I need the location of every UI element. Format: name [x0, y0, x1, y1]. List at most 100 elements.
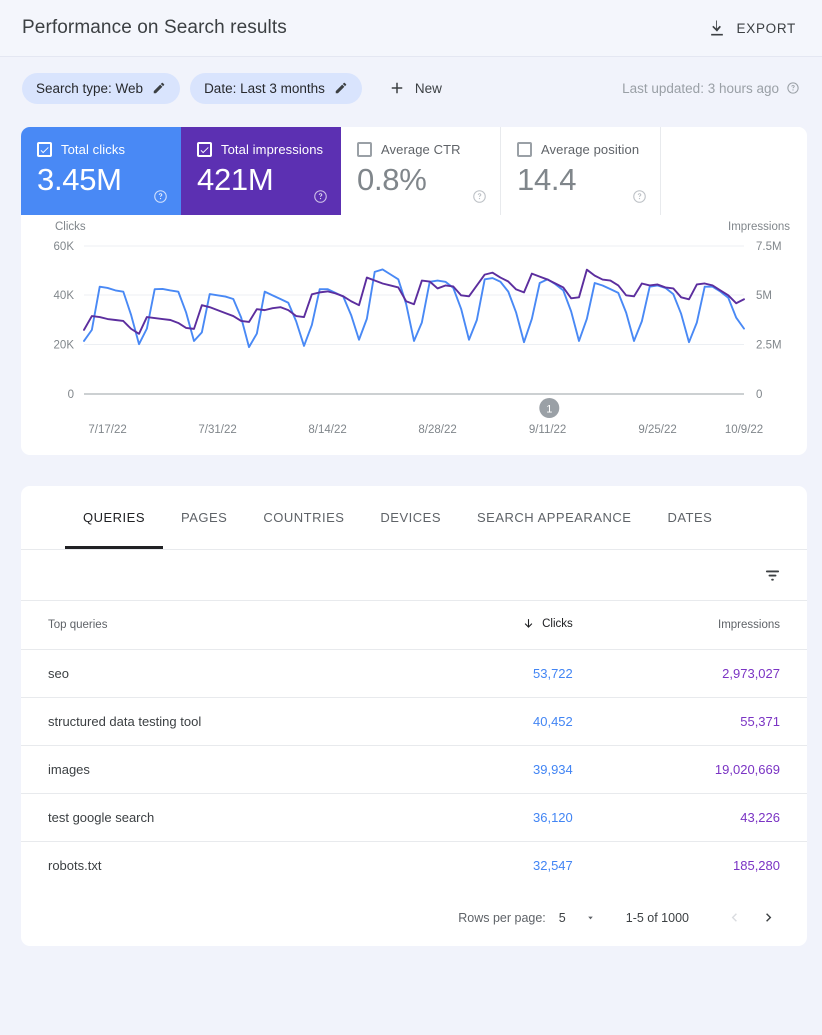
clicks-cell: 39,934 — [425, 746, 601, 794]
chart-x-tick-label: 9/25/22 — [638, 424, 676, 436]
metric-cards: Total clicks 3.45M Total impressions 421… — [21, 127, 807, 215]
metric-label-average-ctr: Average CTR — [381, 142, 461, 157]
impressions-cell: 55,371 — [601, 698, 807, 746]
rows-per-page-value: 5 — [559, 911, 566, 925]
table-pagination: Rows per page: 5 1-5 of 1000 — [21, 890, 807, 946]
chevron-down-icon — [585, 912, 596, 923]
chip-search-type[interactable]: Search type: Web — [22, 73, 180, 104]
chart-series-clicks — [84, 269, 744, 347]
chart-x-tick-label: 8/28/22 — [418, 424, 456, 436]
checkbox-average-ctr[interactable] — [357, 142, 372, 157]
metric-header: Total impressions — [197, 142, 327, 157]
impressions-cell: 2,973,027 — [601, 650, 807, 698]
table-head: Top queries Clicks Impressions — [21, 601, 807, 650]
table-body: seo53,7222,973,027structured data testin… — [21, 650, 807, 890]
help-circle-icon[interactable] — [632, 189, 647, 204]
metric-card-average-ctr[interactable]: Average CTR 0.8% — [341, 127, 501, 215]
table-header-row: Top queries Clicks Impressions — [21, 601, 807, 650]
impressions-cell: 19,020,669 — [601, 746, 807, 794]
chart-x-tick-label: 7/17/22 — [88, 424, 126, 436]
tab-label: SEARCH APPEARANCE — [477, 510, 631, 525]
new-filter-label: New — [415, 81, 442, 96]
chart-left-tick-label: 60K — [54, 241, 75, 253]
impressions-cell: 185,280 — [601, 842, 807, 890]
queries-table: Top queries Clicks Impressions seo53,722… — [21, 601, 807, 890]
metric-value-average-ctr: 0.8% — [357, 162, 486, 198]
metric-card-total-impressions[interactable]: Total impressions 421M — [181, 127, 341, 215]
tab-label: PAGES — [181, 510, 227, 525]
chart-right-tick-label: 0 — [756, 389, 762, 401]
pencil-icon — [334, 81, 348, 95]
table-row[interactable]: images39,93419,020,669 — [21, 746, 807, 794]
query-cell: images — [21, 746, 425, 794]
table-row[interactable]: structured data testing tool40,45255,371 — [21, 698, 807, 746]
metric-label-total-impressions: Total impressions — [221, 142, 323, 157]
tab-devices[interactable]: DEVICES — [362, 486, 459, 549]
metric-value-total-clicks: 3.45M — [37, 162, 167, 198]
clicks-cell: 36,120 — [425, 794, 601, 842]
tab-pages[interactable]: PAGES — [163, 486, 245, 549]
tab-label: QUERIES — [83, 510, 145, 525]
chart-canvas: 0020K2.5M40K5M60K7.5M7/17/227/31/228/14/… — [21, 215, 807, 455]
chart-x-tick-label: 9/11/22 — [529, 424, 567, 436]
tab-label: DEVICES — [380, 510, 441, 525]
last-updated: Last updated: 3 hours ago — [622, 81, 800, 96]
checkbox-average-position[interactable] — [517, 142, 532, 157]
pagination-next-button[interactable] — [751, 901, 785, 935]
tab-queries[interactable]: QUERIES — [65, 486, 163, 549]
chart-x-tick-label: 10/9/22 — [725, 424, 763, 436]
chip-date-range-label: Date: Last 3 months — [204, 81, 325, 96]
metric-header: Average position — [517, 142, 646, 157]
chip-search-type-label: Search type: Web — [36, 81, 143, 96]
chip-date-range[interactable]: Date: Last 3 months — [190, 73, 362, 104]
pagination-range: 1-5 of 1000 — [626, 911, 689, 925]
last-updated-label: Last updated: 3 hours ago — [622, 81, 779, 96]
tab-search-appearance[interactable]: SEARCH APPEARANCE — [459, 486, 649, 549]
help-circle-icon[interactable] — [313, 189, 328, 204]
checkbox-total-impressions[interactable] — [197, 142, 212, 157]
metric-header: Total clicks — [37, 142, 167, 157]
metric-value-total-impressions: 421M — [197, 162, 327, 198]
column-header-query[interactable]: Top queries — [21, 601, 425, 650]
performance-chart-card: Total clicks 3.45M Total impressions 421… — [21, 127, 807, 455]
column-header-impressions[interactable]: Impressions — [601, 601, 807, 650]
checkbox-total-clicks[interactable] — [37, 142, 52, 157]
help-circle-icon[interactable] — [472, 189, 487, 204]
column-header-clicks[interactable]: Clicks — [425, 601, 601, 650]
column-header-clicks-label: Clicks — [542, 618, 573, 630]
pagination-prev-button[interactable] — [717, 901, 751, 935]
chart-annotation-label: 1 — [546, 404, 552, 416]
chart-left-tick-label: 0 — [68, 389, 74, 401]
metric-cards-filler — [661, 127, 807, 215]
chart-right-tick-label: 5M — [756, 290, 772, 302]
plus-icon — [388, 79, 406, 97]
help-circle-icon[interactable] — [786, 81, 800, 95]
table-row[interactable]: seo53,7222,973,027 — [21, 650, 807, 698]
query-cell: robots.txt — [21, 842, 425, 890]
rows-per-page-select[interactable]: 5 — [559, 911, 596, 925]
metric-card-total-clicks[interactable]: Total clicks 3.45M — [21, 127, 181, 215]
export-button[interactable]: EXPORT — [703, 12, 800, 44]
performance-page: Performance on Search results EXPORT Sea… — [0, 0, 822, 1035]
arrow-down-icon — [522, 617, 535, 630]
filter-icon[interactable] — [762, 565, 783, 586]
impressions-cell: 43,226 — [601, 794, 807, 842]
help-circle-icon[interactable] — [153, 189, 168, 204]
page-header: Performance on Search results EXPORT — [0, 0, 822, 57]
details-tabs: QUERIES PAGES COUNTRIES DEVICES SEARCH APPEA… — [21, 486, 807, 550]
query-cell: structured data testing tool — [21, 698, 425, 746]
clicks-cell: 32,547 — [425, 842, 601, 890]
new-filter-button[interactable]: New — [378, 73, 452, 104]
tab-countries[interactable]: COUNTRIES — [245, 486, 362, 549]
performance-chart[interactable]: Clicks Impressions 0020K2.5M40K5M60K7.5M… — [21, 215, 807, 455]
tab-dates[interactable]: DATES — [649, 486, 730, 549]
query-cell: test google search — [21, 794, 425, 842]
metric-label-total-clicks: Total clicks — [61, 142, 125, 157]
chart-right-tick-label: 2.5M — [756, 340, 782, 352]
table-row[interactable]: robots.txt32,547185,280 — [21, 842, 807, 890]
metric-card-average-position[interactable]: Average position 14.4 — [501, 127, 661, 215]
details-table-card: QUERIES PAGES COUNTRIES DEVICES SEARCH APPEA… — [21, 486, 807, 946]
table-row[interactable]: test google search36,12043,226 — [21, 794, 807, 842]
tab-label: DATES — [667, 510, 712, 525]
chart-right-tick-label: 7.5M — [756, 241, 782, 253]
